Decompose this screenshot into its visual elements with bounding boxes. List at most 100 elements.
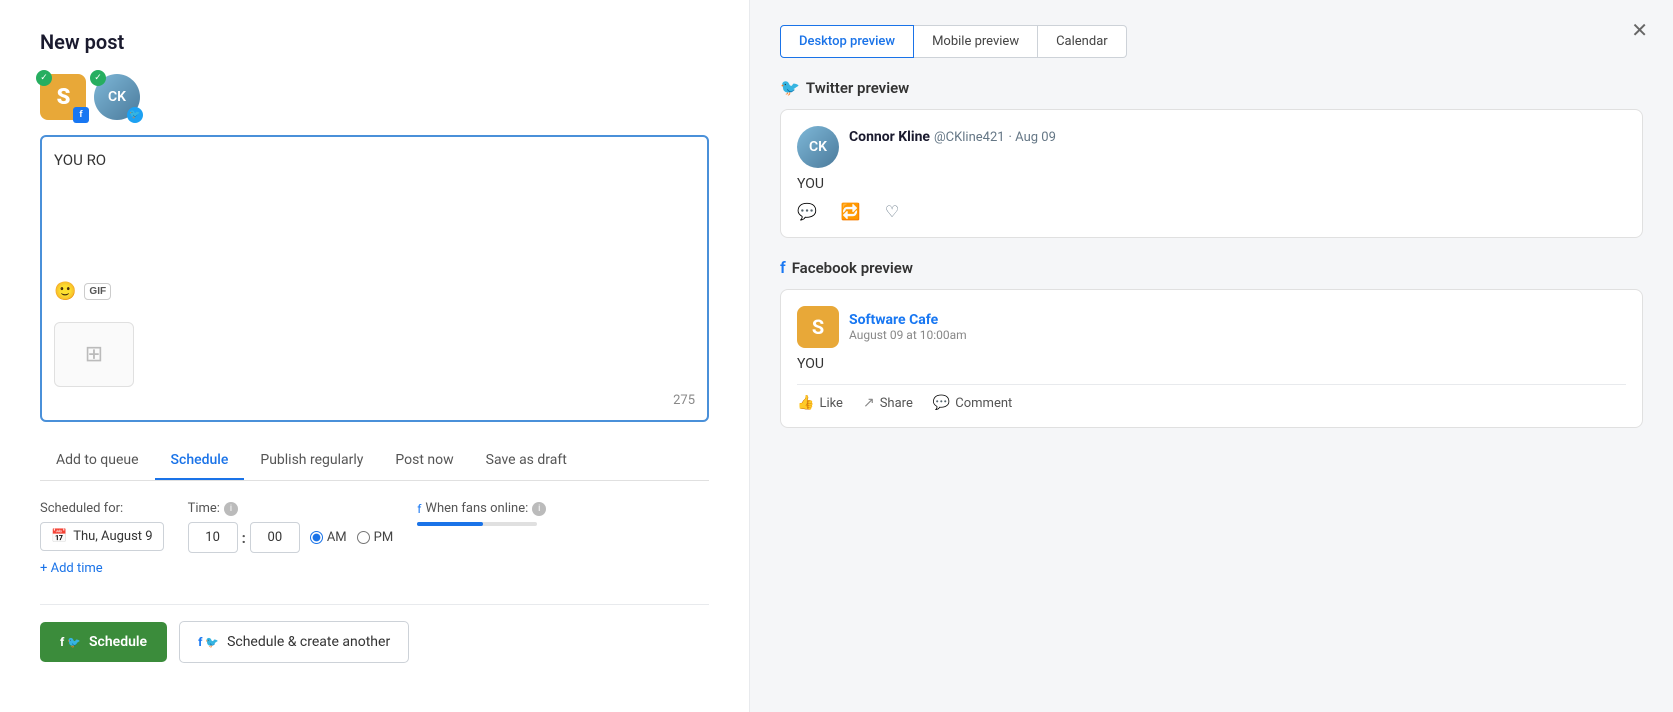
- twitter-preview-section: 🐦 Twitter preview CK Connor Kline @CKlin…: [780, 78, 1643, 238]
- comment-icon: 💬: [933, 395, 950, 411]
- date-value: Thu, August 9: [73, 529, 152, 544]
- tab-mobile-preview[interactable]: Mobile preview: [914, 25, 1038, 58]
- fans-info-icon[interactable]: i: [532, 502, 546, 516]
- tweet-date: · Aug 09: [1009, 130, 1056, 145]
- tab-desktop-preview[interactable]: Desktop preview: [780, 25, 914, 58]
- tweet-header: CK Connor Kline @CKline421 · Aug 09: [797, 126, 1626, 168]
- fb-like-label: Like: [819, 396, 843, 411]
- compose-toolbar: 🙂 GIF: [54, 273, 695, 302]
- account-icons-row: ✓ S f ✓ CK 🐦: [40, 74, 709, 120]
- tab-add-to-queue[interactable]: Add to queue: [40, 442, 155, 480]
- schedule-create-btn-icons: f 🐦: [198, 635, 219, 649]
- tw-network-badge: 🐦: [127, 107, 143, 123]
- tab-schedule[interactable]: Schedule: [155, 442, 245, 480]
- fb-icon-create: f: [198, 635, 202, 649]
- fb-icon-schedule: f: [60, 635, 64, 649]
- schedule-form: Scheduled for: 📅 Thu, August 9 Time: i :: [40, 501, 709, 584]
- date-picker[interactable]: 📅 Thu, August 9: [40, 522, 164, 551]
- tab-publish-regularly[interactable]: Publish regularly: [244, 442, 379, 480]
- schedule-form-row: Scheduled for: 📅 Thu, August 9 Time: i :: [40, 501, 709, 553]
- time-row: : AM PM: [188, 522, 394, 553]
- emoji-button[interactable]: 🙂: [54, 281, 76, 302]
- retweet-icon[interactable]: 🔁: [841, 202, 861, 221]
- modal-title: New post: [40, 30, 124, 54]
- calendar-icon: 📅: [51, 529, 67, 544]
- twitter-logo-icon: 🐦: [780, 78, 800, 97]
- account-facebook[interactable]: ✓ S f: [40, 74, 86, 120]
- facebook-logo-icon: f: [780, 258, 786, 277]
- pm-label[interactable]: PM: [357, 530, 394, 545]
- compose-textarea[interactable]: YOU RO: [54, 149, 695, 269]
- fb-actions: 👍 Like ↗ Share 💬 Comment: [797, 384, 1626, 411]
- like-thumb-icon: 👍: [797, 395, 814, 411]
- modal-header: New post: [40, 30, 709, 54]
- media-row: ⊞: [54, 312, 695, 387]
- twitter-preview-title: 🐦 Twitter preview: [780, 78, 1643, 97]
- tweet-name: Connor Kline: [849, 129, 930, 145]
- facebook-preview-section: f Facebook preview S Software Cafe Augus…: [780, 258, 1643, 428]
- schedule-btn-icons: f 🐦: [60, 635, 81, 649]
- tab-save-as-draft[interactable]: Save as draft: [470, 442, 583, 480]
- check-badge-fb: ✓: [36, 70, 52, 86]
- twitter-preview-card: CK Connor Kline @CKline421 · Aug 09 YOU …: [780, 109, 1643, 238]
- am-radio[interactable]: [310, 531, 323, 544]
- time-label: Time: i: [188, 501, 394, 516]
- fb-like-action[interactable]: 👍 Like: [797, 395, 843, 411]
- pm-radio[interactable]: [357, 531, 370, 544]
- facebook-preview-card: S Software Cafe August 09 at 10:00am YOU…: [780, 289, 1643, 428]
- fb-page-avatar: S: [797, 306, 839, 348]
- modal-left-panel: New post ✕ ✓ S f ✓ CK 🐦: [0, 0, 750, 712]
- action-buttons: f 🐦 Schedule f 🐦 Schedule & create anoth…: [40, 621, 709, 663]
- tab-calendar[interactable]: Calendar: [1038, 25, 1127, 58]
- fb-comment-label: Comment: [955, 396, 1012, 411]
- char-count: 275: [54, 393, 695, 408]
- account-twitter[interactable]: ✓ CK 🐦: [94, 74, 140, 120]
- fans-online-group: f When fans online: i: [417, 501, 546, 526]
- scheduled-for-group: Scheduled for: 📅 Thu, August 9: [40, 501, 164, 551]
- tweet-content: YOU: [797, 176, 1626, 192]
- schedule-create-button[interactable]: f 🐦 Schedule & create another: [179, 621, 409, 663]
- fans-online-slider[interactable]: [417, 522, 537, 526]
- fb-share-label: Share: [880, 396, 913, 411]
- fb-page-meta: Software Cafe August 09 at 10:00am: [849, 312, 967, 342]
- scheduled-for-label: Scheduled for:: [40, 501, 164, 516]
- schedule-btn-label: Schedule: [89, 634, 147, 650]
- tab-post-now[interactable]: Post now: [379, 442, 469, 480]
- am-label[interactable]: AM: [310, 530, 347, 545]
- share-icon: ↗: [863, 395, 875, 411]
- like-icon[interactable]: ♡: [885, 202, 899, 221]
- fb-share-action[interactable]: ↗ Share: [863, 395, 913, 411]
- divider: [40, 604, 709, 605]
- fb-post-date: August 09 at 10:00am: [849, 328, 967, 342]
- fb-page-name: Software Cafe: [849, 312, 967, 328]
- facebook-preview-title: f Facebook preview: [780, 258, 1643, 277]
- tw-icon-create: 🐦: [205, 636, 219, 649]
- slider-fill: [417, 522, 483, 526]
- preview-tabs: Desktop preview Mobile preview Calendar: [780, 25, 1643, 58]
- time-separator: :: [242, 529, 246, 547]
- time-info-icon[interactable]: i: [224, 502, 238, 516]
- schedule-create-btn-label: Schedule & create another: [227, 634, 390, 650]
- tweet-meta: Connor Kline @CKline421 · Aug 09: [849, 126, 1626, 145]
- add-time-button[interactable]: + Add time: [40, 553, 103, 584]
- check-badge-tw: ✓: [90, 70, 106, 86]
- tweet-avatar: CK: [797, 126, 839, 168]
- fb-network-badge: f: [73, 107, 89, 123]
- tw-icon-schedule: 🐦: [67, 636, 81, 649]
- fb-post-header: S Software Cafe August 09 at 10:00am: [797, 306, 1626, 348]
- schedule-button[interactable]: f 🐦 Schedule: [40, 622, 167, 662]
- tweet-actions: 💬 🔁 ♡: [797, 202, 1626, 221]
- gif-button[interactable]: GIF: [84, 283, 111, 300]
- post-type-tabs: Add to queue Schedule Publish regularly …: [40, 442, 709, 481]
- fans-online-label: f When fans online: i: [417, 501, 546, 516]
- reply-icon[interactable]: 💬: [797, 202, 817, 221]
- fb-comment-action[interactable]: 💬 Comment: [933, 395, 1012, 411]
- add-image-icon: ⊞: [85, 342, 103, 367]
- image-upload-button[interactable]: ⊞: [54, 322, 134, 387]
- time-group: Time: i : AM PM: [188, 501, 394, 553]
- fb-icon-fans: f: [417, 502, 421, 516]
- hour-input[interactable]: [188, 522, 238, 553]
- minute-input[interactable]: [250, 522, 300, 553]
- am-pm-group: AM PM: [310, 530, 393, 545]
- tweet-handle: @CKline421: [934, 130, 1005, 145]
